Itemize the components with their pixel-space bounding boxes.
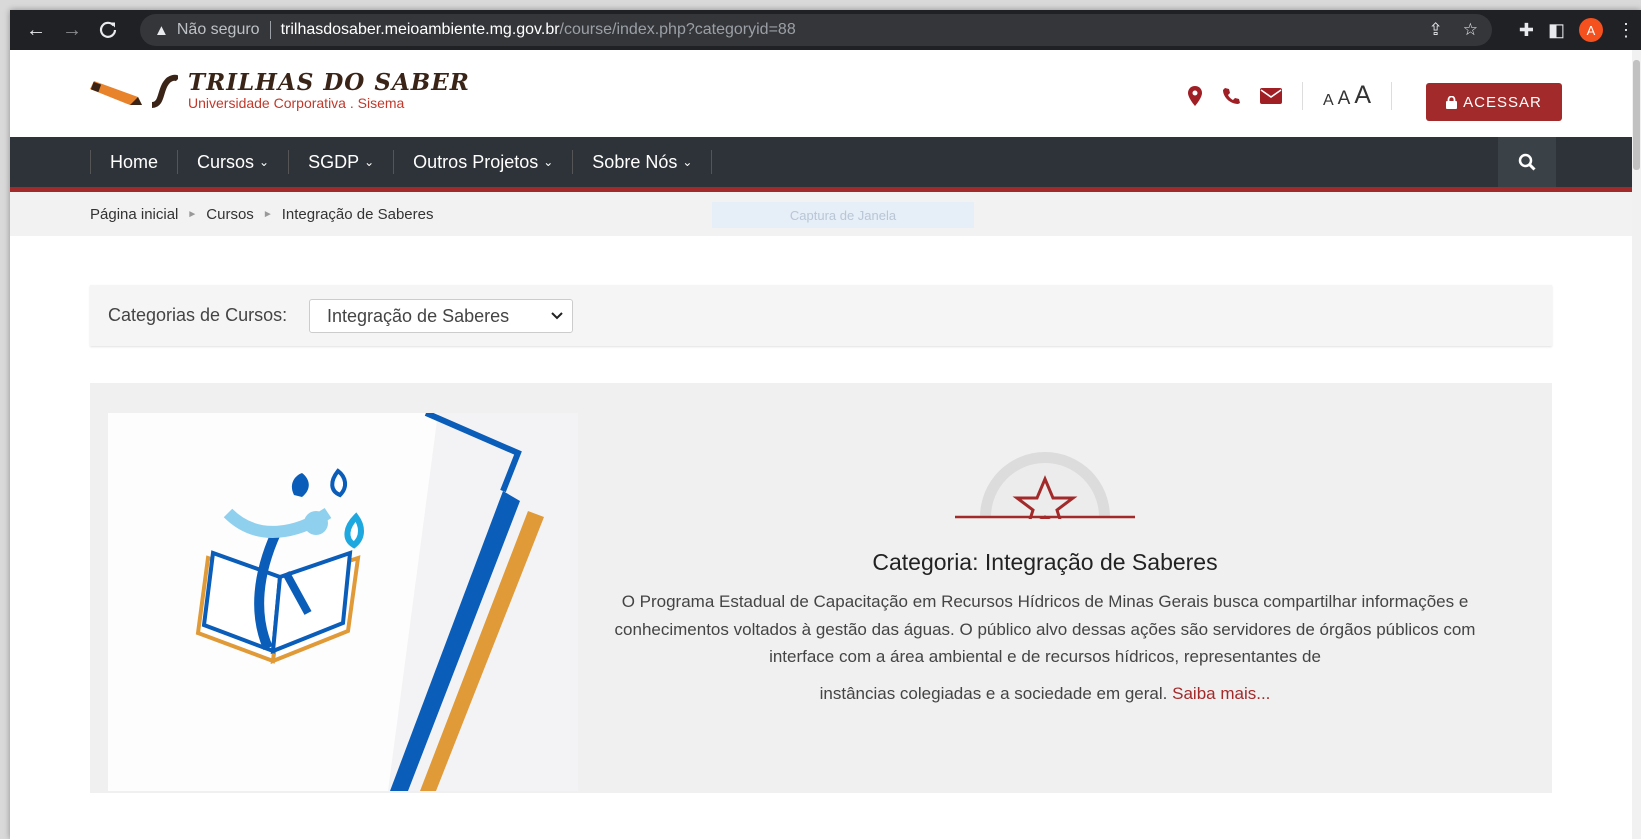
nav-label: SGDP (308, 151, 360, 172)
search-icon (1518, 153, 1536, 171)
category-image (108, 413, 578, 791)
site-logo[interactable]: TRILHAS DO SABER Universidade Corporativ… (90, 66, 470, 116)
menu-kebab-icon[interactable]: ⋮ (1617, 20, 1635, 41)
nav-item-sgdp[interactable]: SGDP ⌄ (288, 150, 393, 174)
url-path: /course/index.php?categoryid=88 (559, 21, 796, 38)
logo-title: TRILHAS DO SABER (188, 69, 470, 96)
window-capture-overlay: Captura de Janela (712, 202, 974, 228)
star-badge-icon (955, 452, 1135, 533)
browser-window: ← → ▲ Não seguro trilhasdosaber.meioambi… (10, 10, 1641, 839)
category-selector-bar: Categorias de Cursos: Integração de Sabe… (90, 285, 1552, 346)
open-book-illustration (108, 413, 578, 791)
address-bar[interactable]: ▲ Não seguro trilhasdosaber.meioambiente… (140, 14, 1492, 46)
nav-label: Outros Projetos (413, 151, 539, 172)
back-icon[interactable]: ← (24, 18, 48, 42)
category-badge (955, 443, 1135, 533)
site-header: TRILHAS DO SABER Universidade Corporativ… (10, 50, 1641, 138)
main-navigation: Home Cursos ⌄ SGDP ⌄ Outros Projetos ⌄ Sobr… (10, 137, 1641, 192)
nav-label: Cursos (197, 151, 255, 172)
phone-icon[interactable] (1222, 87, 1240, 105)
chevron-down-icon: ⌄ (259, 155, 270, 169)
category-info: Categoria: Integração de Saberes O Progr… (580, 443, 1510, 704)
breadcrumb-home-link[interactable]: Página inicial (90, 206, 178, 223)
search-button[interactable] (1498, 137, 1556, 187)
divider (1302, 81, 1303, 110)
bookmark-star-icon[interactable]: ☆ (1463, 20, 1478, 40)
category-panel: Categoria: Integração de Saberes O Progr… (90, 383, 1552, 793)
category-title: Categoria: Integração de Saberes (872, 549, 1218, 575)
side-panel-icon[interactable]: ◧ (1548, 20, 1565, 41)
breadcrumb-current[interactable]: Integração de Saberes (282, 206, 434, 223)
extensions-icon[interactable]: ✚ (1519, 20, 1534, 41)
category-description: O Programa Estadual de Capacitação em Re… (614, 592, 1476, 666)
breadcrumb: Página inicial ► Cursos ► Integração de … (90, 206, 434, 223)
read-more-link[interactable]: Saiba mais... (1172, 684, 1270, 703)
pencil-logo-icon (90, 74, 178, 108)
nav-item-sobre-nos[interactable]: Sobre Nós ⌄ (572, 150, 713, 174)
category-selector-label: Categorias de Cursos: (108, 305, 288, 325)
nav-label: Home (110, 151, 159, 172)
breadcrumb-arrow-icon: ► (187, 209, 198, 220)
scrollbar-thumb[interactable] (1633, 60, 1640, 170)
font-size-controls: A A A (1323, 81, 1371, 110)
contact-icons: A A A (1188, 81, 1393, 110)
security-label: Não seguro (176, 21, 260, 38)
login-label: ACESSAR (1463, 93, 1542, 111)
page-scrollbar[interactable] (1632, 50, 1641, 839)
reload-icon[interactable] (96, 18, 120, 42)
category-description-tail: instâncias colegiadas e a sociedade em g… (819, 683, 1168, 703)
profile-avatar[interactable]: A (1579, 18, 1603, 42)
chevron-down-icon: ⌄ (364, 155, 375, 169)
url-host: trilhasdosaber.meioambiente.mg.gov.br (280, 21, 560, 38)
breadcrumb-cursos-link[interactable]: Cursos (206, 206, 254, 223)
address-separator (269, 21, 271, 39)
font-small-button[interactable]: A (1323, 92, 1334, 110)
login-button[interactable]: ACESSAR (1426, 83, 1562, 121)
browser-toolbar: ← → ▲ Não seguro trilhasdosaber.meioambi… (10, 10, 1641, 50)
category-select-value: Integração de Saberes (327, 305, 510, 326)
font-large-button[interactable]: A (1354, 81, 1371, 110)
divider (1391, 81, 1393, 110)
category-description-cont: instâncias colegiadas e a sociedade em g… (580, 684, 1510, 704)
font-medium-button[interactable]: A (1338, 88, 1351, 110)
nav-item-home[interactable]: Home (90, 150, 177, 174)
nav-label: Sobre Nós (592, 151, 678, 172)
warning-icon: ▲ (154, 21, 169, 39)
map-pin-icon[interactable] (1188, 85, 1202, 106)
chevron-down-icon (551, 312, 563, 320)
logo-subtitle: Universidade Corporativa . Sisema (188, 95, 405, 111)
chevron-down-icon: ⌄ (682, 155, 693, 169)
envelope-icon[interactable] (1260, 87, 1282, 104)
share-icon[interactable]: ⇪ (1429, 20, 1443, 40)
forward-icon[interactable]: → (60, 18, 84, 42)
chevron-down-icon: ⌄ (543, 155, 554, 169)
nav-item-cursos[interactable]: Cursos ⌄ (177, 150, 288, 174)
breadcrumb-arrow-icon: ► (262, 209, 273, 220)
category-select[interactable]: Integração de Saberes (309, 299, 573, 333)
lock-icon (1446, 95, 1458, 109)
nav-item-outros-projetos[interactable]: Outros Projetos ⌄ (393, 150, 572, 174)
